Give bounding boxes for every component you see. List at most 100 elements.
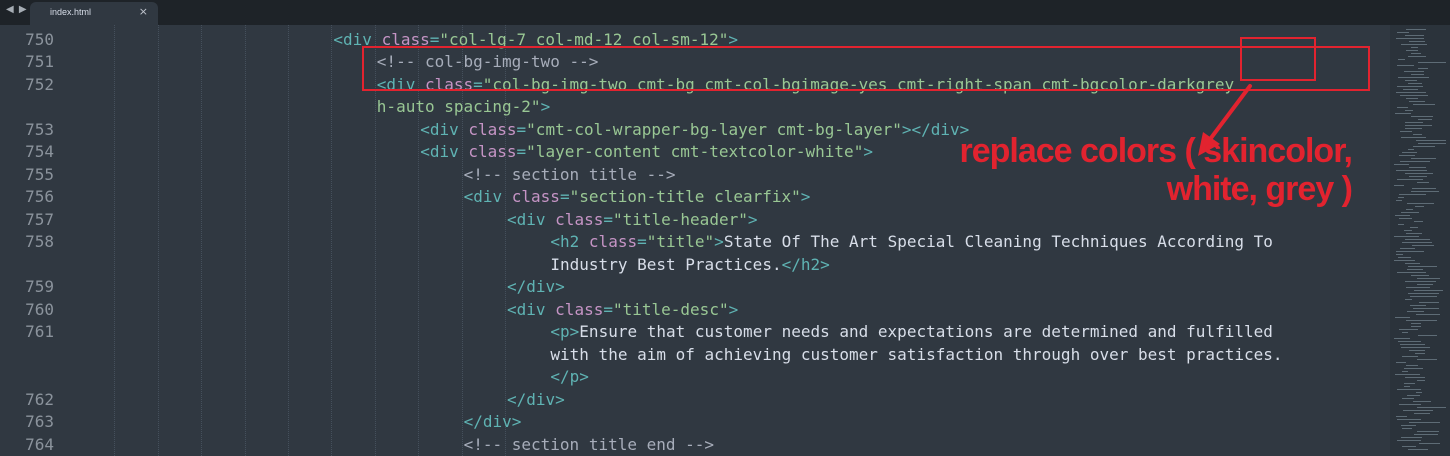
line-number: 757 (25, 209, 54, 229)
minimap-line (1415, 206, 1424, 207)
line-number: 763 (25, 412, 54, 431)
code-line: <!-- section title end --> (464, 434, 714, 456)
minimap-line (1418, 143, 1446, 144)
minimap-line (1397, 419, 1421, 420)
code-token: class (555, 209, 604, 229)
minimap-line (1411, 53, 1421, 54)
minimap-line (1410, 227, 1418, 228)
minimap-line (1402, 242, 1432, 243)
minimap-line (1404, 71, 1424, 72)
minimap-line (1408, 266, 1437, 267)
code-token: class (468, 142, 517, 161)
minimap-line (1396, 92, 1426, 93)
minimap-line (1418, 119, 1432, 120)
minimap-line (1394, 164, 1409, 165)
minimap-line (1401, 212, 1419, 213)
minimap-line (1417, 407, 1446, 408)
minimap-line (1400, 95, 1428, 96)
minimap-line (1409, 167, 1426, 168)
code-token: > (728, 299, 739, 319)
minimap-line (1405, 299, 1412, 300)
minimap-line (1416, 140, 1446, 141)
minimap-line (1402, 152, 1417, 153)
code-token: <!-- section title end --> (463, 434, 715, 454)
code-token: class (511, 187, 560, 206)
minimap-line (1395, 113, 1411, 114)
minimap-line (1415, 353, 1425, 354)
minimap-line (1407, 269, 1423, 270)
minimap-line (1406, 233, 1422, 234)
code-token: class (555, 299, 604, 319)
minimap-line (1417, 359, 1437, 360)
tab-index-html[interactable]: index.html × (30, 2, 158, 25)
code-token: = (516, 142, 527, 161)
minimap-line (1399, 329, 1418, 330)
minimap-line (1404, 230, 1412, 231)
code-line: </p> (550, 366, 589, 389)
minimap-line (1397, 86, 1423, 87)
minimap-line (1398, 341, 1421, 342)
code-token: = (559, 187, 570, 206)
minimap-line (1414, 290, 1443, 291)
minimap-line (1411, 326, 1421, 327)
minimap-line (1410, 305, 1426, 306)
code-token: State Of The Art Special Cleaning Techni… (723, 232, 1273, 251)
code-token: = (637, 232, 647, 251)
minimap-line (1399, 155, 1415, 156)
minimap-line (1417, 380, 1425, 381)
code-line: </div> (507, 276, 565, 299)
minimap-line (1409, 422, 1440, 423)
minimap-line (1418, 62, 1446, 63)
minimap-line (1394, 260, 1415, 261)
close-icon[interactable]: × (139, 5, 148, 18)
minimap-line (1405, 110, 1413, 111)
minimap[interactable] (1390, 25, 1450, 456)
minimap-line (1394, 185, 1404, 186)
line-number: 754 (25, 142, 54, 161)
code-token: > (800, 187, 811, 206)
indent-guide (201, 25, 203, 456)
minimap-line (1405, 263, 1420, 264)
minimap-line (1395, 374, 1420, 375)
minimap-line (1400, 344, 1425, 345)
minimap-line (1411, 158, 1436, 159)
line-number: 753 (25, 119, 54, 139)
minimap-line (1398, 77, 1429, 78)
code-token: <p> (550, 322, 580, 341)
minimap-line (1411, 323, 1421, 324)
tab-nav-arrows-icon[interactable]: ◀ ▶ (6, 4, 32, 20)
minimap-line (1417, 284, 1433, 285)
minimap-line (1419, 443, 1440, 444)
code-token: = (516, 119, 527, 139)
minimap-line (1396, 254, 1403, 255)
code-token: class (588, 232, 638, 251)
minimap-line (1410, 296, 1437, 297)
minimap-line (1413, 146, 1435, 147)
code-token: <div (463, 187, 512, 206)
code-token: > (540, 97, 551, 116)
code-line: <div class="layer-content cmt-textcolor-… (420, 141, 873, 164)
indent-guide (157, 25, 160, 456)
minimap-line (1401, 437, 1422, 438)
minimap-line (1419, 302, 1439, 303)
minimap-line (1401, 137, 1426, 138)
minimap-line (1417, 278, 1440, 279)
minimap-line (1405, 35, 1424, 36)
minimap-line (1400, 248, 1415, 249)
minimap-line (1396, 38, 1424, 39)
minimap-line (1394, 236, 1419, 237)
code-token: <!-- section title --> (463, 164, 676, 184)
code-token: <div (420, 119, 469, 139)
minimap-line (1406, 209, 1413, 210)
minimap-line (1411, 191, 1439, 192)
minimap-line (1401, 44, 1427, 45)
code-token: <div (507, 209, 556, 229)
tab-bar: ◀ ▶ index.html × (0, 0, 1450, 25)
minimap-line (1418, 68, 1428, 69)
minimap-line (1405, 377, 1425, 378)
minimap-line (1398, 59, 1405, 60)
minimap-line (1418, 335, 1437, 336)
code-line: <p>Ensure that customer needs and expect… (550, 321, 1272, 344)
minimap-line (1402, 428, 1412, 429)
code-token: > (747, 209, 758, 229)
